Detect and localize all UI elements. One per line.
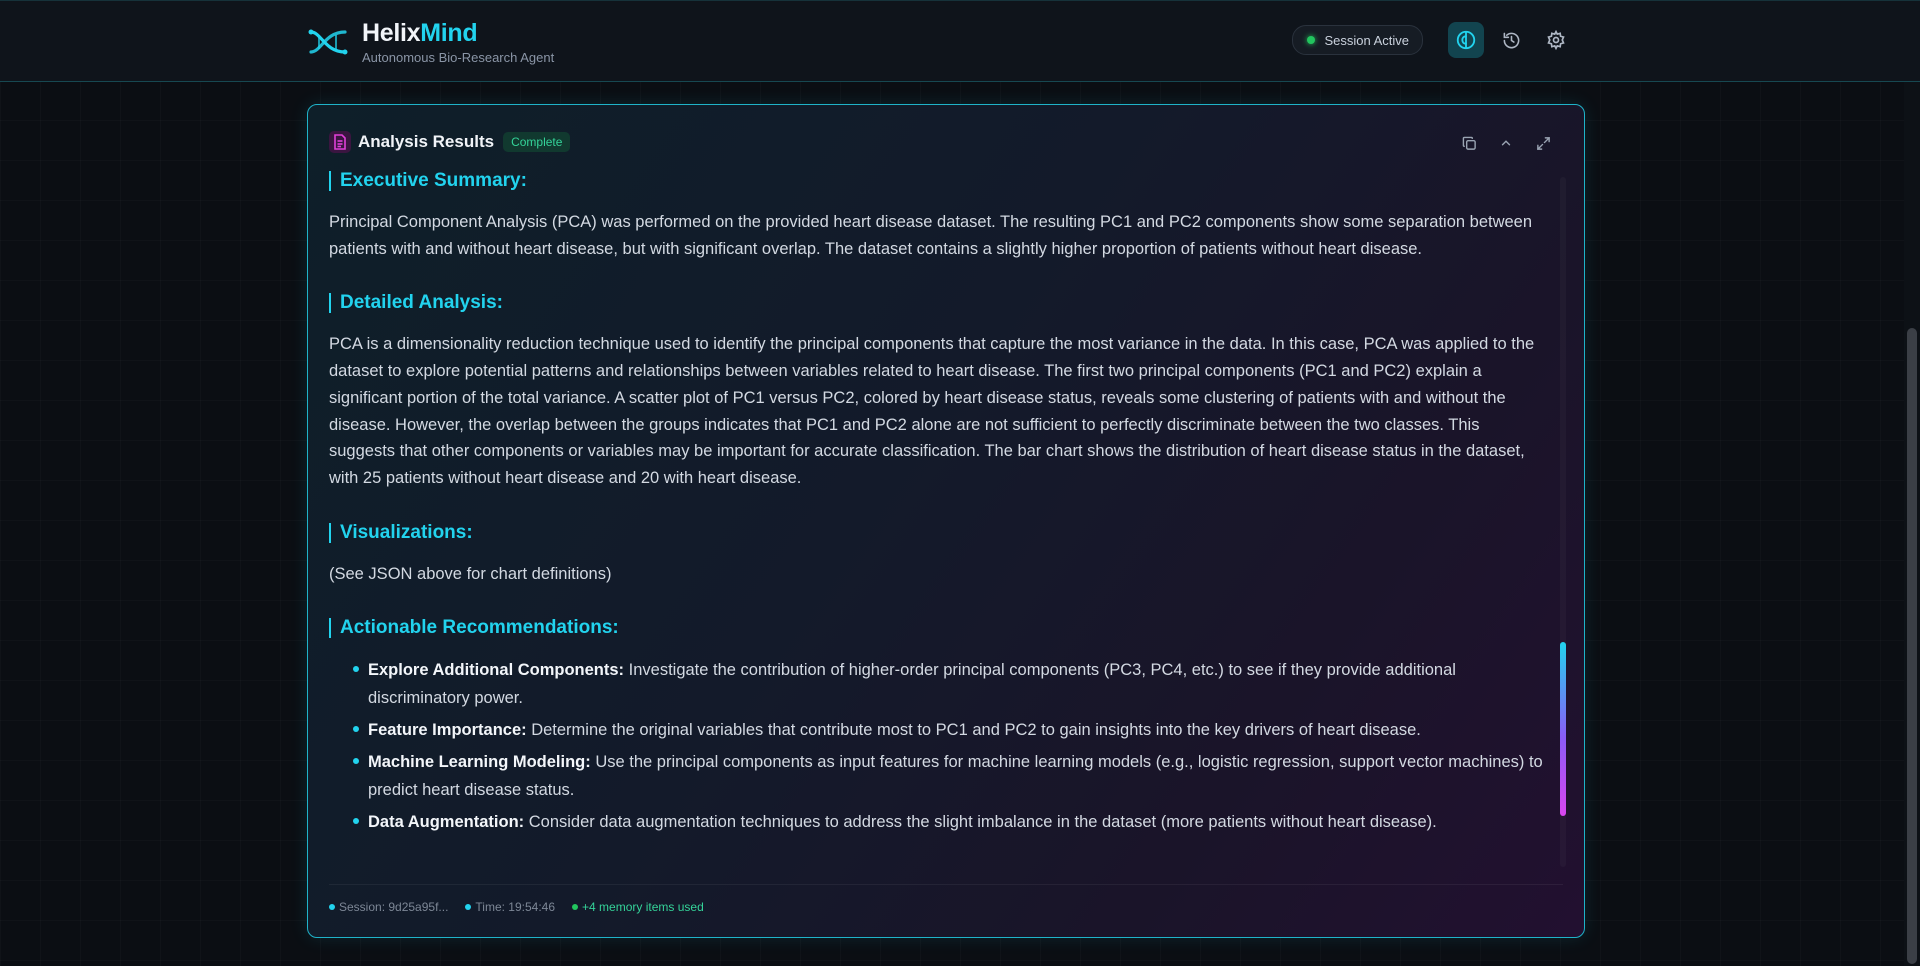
executive-summary-text: Principal Component Analysis (PCA) was p… bbox=[329, 213, 1533, 258]
list-item: Data Augmentation: Consider data augment… bbox=[353, 808, 1549, 836]
content-scrollbar-thumb[interactable] bbox=[1560, 642, 1566, 816]
list-item: Feature Importance: Determine the origin… bbox=[353, 716, 1549, 744]
gear-icon bbox=[1547, 30, 1565, 50]
copy-icon bbox=[1462, 136, 1476, 150]
app-subtitle: Autonomous Bio-Research Agent bbox=[362, 50, 555, 65]
status-badge: Complete bbox=[503, 132, 571, 152]
expand-button[interactable] bbox=[1532, 132, 1554, 154]
app-title: HelixMind bbox=[362, 19, 478, 47]
card-footer: Session: 9d25a95f... Time: 19:54:46 +4 m… bbox=[329, 884, 1563, 914]
document-icon bbox=[329, 131, 351, 153]
visualizations-text: (See JSON above for chart definitions) bbox=[329, 564, 612, 583]
memory-usage: +4 memory items used bbox=[572, 900, 704, 914]
time-dot-icon bbox=[465, 904, 472, 910]
status-dot-icon bbox=[1307, 36, 1316, 44]
recommendations-list: Explore Additional Components: Investiga… bbox=[329, 656, 1549, 836]
detailed-analysis-heading: Detailed Analysis: bbox=[329, 293, 1549, 314]
recommendations-heading: Actionable Recommendations: bbox=[329, 618, 1549, 639]
session-status-badge: Session Active bbox=[1292, 25, 1423, 55]
list-item: Machine Learning Modeling: Use the princ… bbox=[353, 748, 1549, 804]
settings-button[interactable] bbox=[1538, 22, 1574, 58]
chevron-up-icon bbox=[1501, 140, 1511, 146]
brand[interactable]: HelixMind Autonomous Bio-Research Agent bbox=[306, 19, 554, 65]
session-id: Session: 9d25a95f... bbox=[329, 900, 448, 914]
card-title: Analysis Results bbox=[358, 132, 495, 151]
list-item: Explore Additional Components: Investiga… bbox=[353, 656, 1549, 712]
analysis-results-card: Analysis Results Complete Executive Summ… bbox=[307, 104, 1585, 938]
top-bar: HelixMind Autonomous Bio-Research Agent … bbox=[0, 0, 1920, 82]
collapse-button[interactable] bbox=[1495, 132, 1517, 154]
visualizations-heading: Visualizations: bbox=[329, 522, 1549, 543]
helix-logo-icon bbox=[306, 20, 350, 64]
history-icon bbox=[1503, 32, 1519, 48]
page-scrollbar-thumb[interactable] bbox=[1907, 328, 1917, 964]
timestamp: Time: 19:54:46 bbox=[465, 900, 555, 914]
history-button[interactable] bbox=[1493, 22, 1529, 58]
analysis-content[interactable]: Executive Summary: Principal Component A… bbox=[329, 171, 1549, 861]
brain-mode-button[interactable] bbox=[1448, 22, 1484, 58]
expand-icon bbox=[1536, 136, 1550, 150]
session-dot-icon bbox=[329, 904, 335, 910]
copy-button[interactable] bbox=[1458, 132, 1480, 154]
executive-summary-heading: Executive Summary: bbox=[329, 171, 1549, 191]
session-status-label: Session Active bbox=[1324, 32, 1409, 48]
memory-dot-icon bbox=[572, 904, 579, 910]
brain-icon bbox=[1456, 30, 1476, 50]
detailed-analysis-text: PCA is a dimensionality reduction techni… bbox=[329, 335, 1535, 487]
